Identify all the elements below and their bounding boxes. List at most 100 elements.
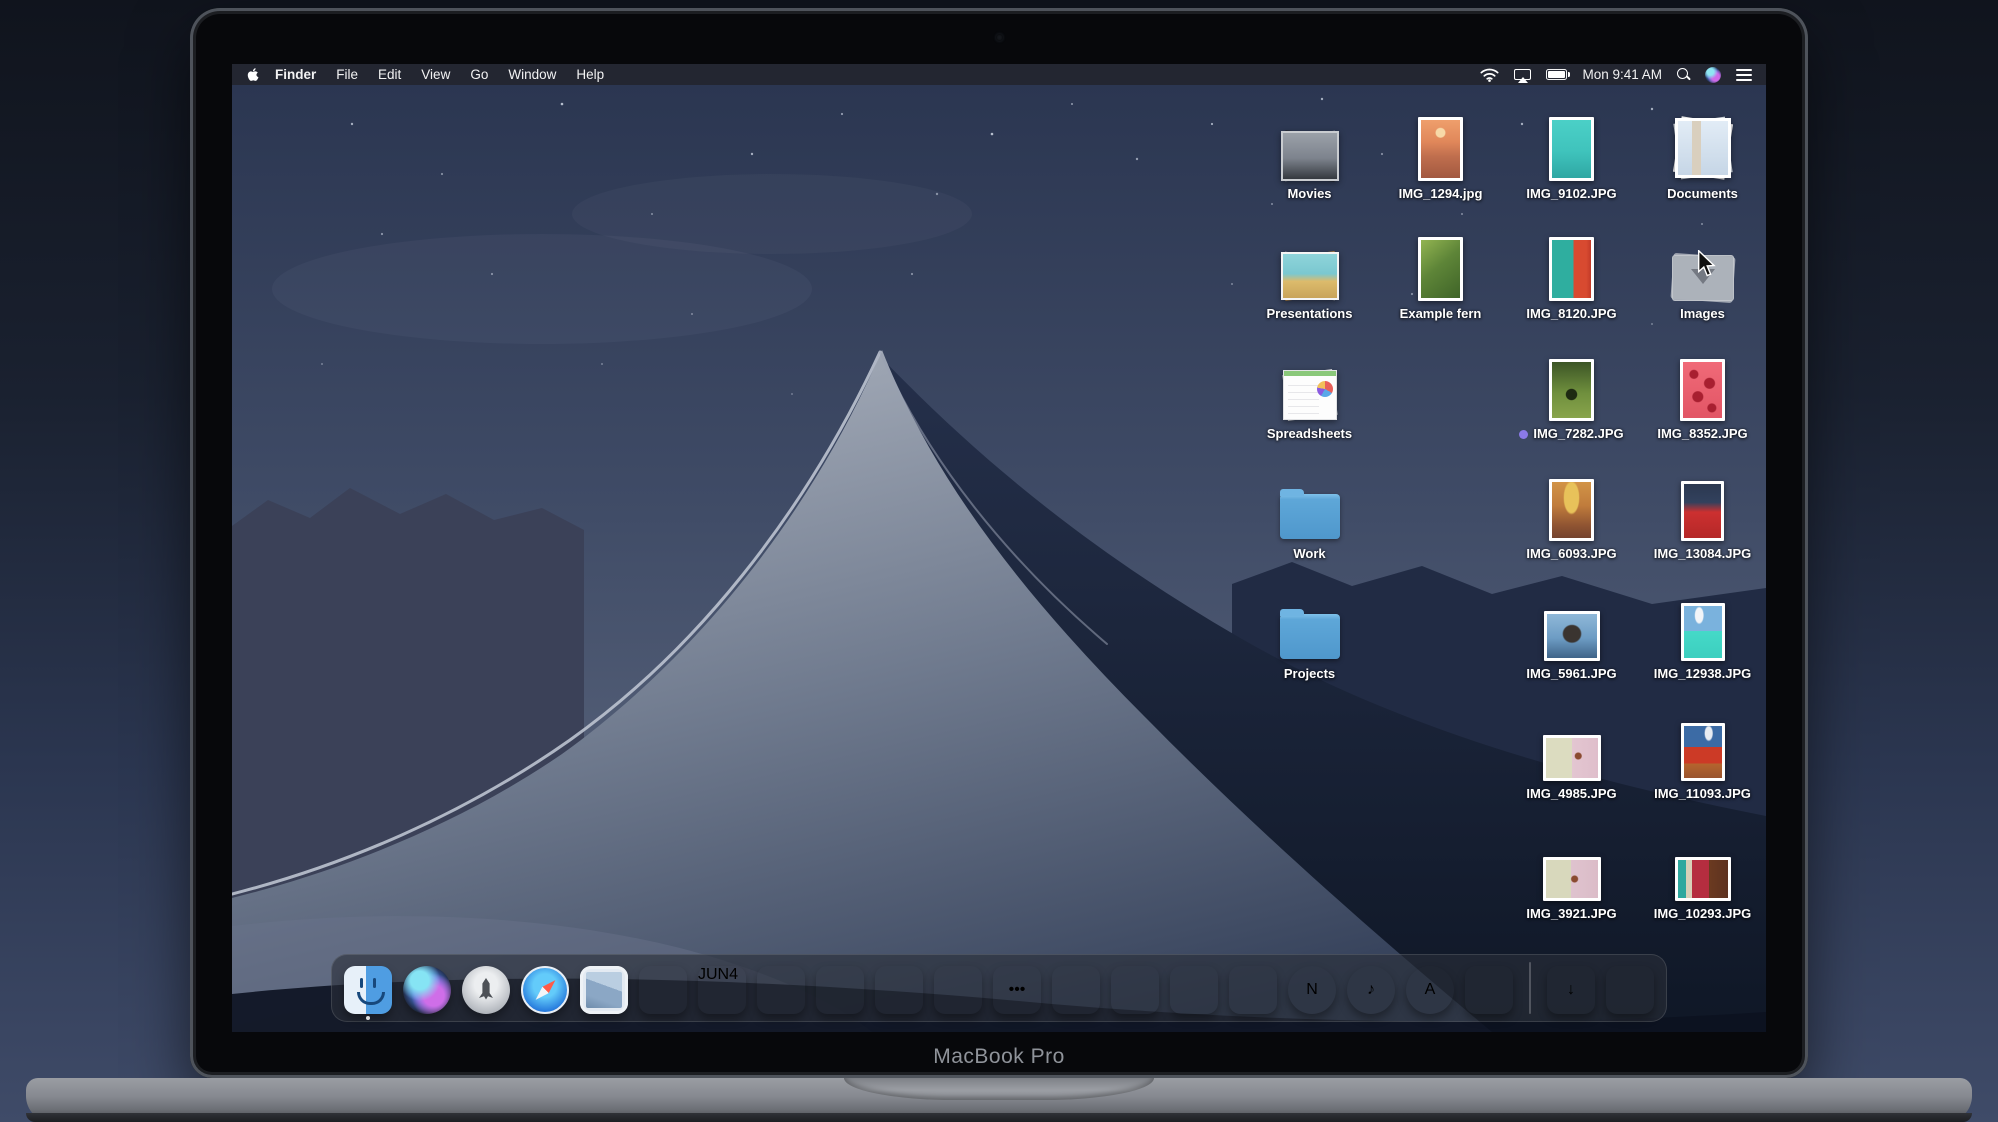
photo-thumbnail-icon: [1549, 237, 1594, 301]
mail-icon: [580, 966, 628, 1014]
icon-label: Work: [1293, 546, 1326, 561]
dock-item-facetime[interactable]: [1052, 966, 1100, 1014]
calendar-icon: JUN4: [698, 966, 746, 1014]
dock-item-launchpad[interactable]: [462, 966, 510, 1014]
desktop-icon-spreadsheets[interactable]: Spreadsheets: [1244, 337, 1375, 442]
photo-thumbnail-icon: [1542, 857, 1601, 901]
desktop-icon-img-11093[interactable]: IMG_11093.JPG: [1637, 697, 1766, 802]
photo-thumbnail-icon: [1549, 117, 1594, 181]
webcam-dot-icon: [996, 34, 1003, 41]
desktop-icon-work[interactable]: Work: [1244, 457, 1375, 562]
battery-icon[interactable]: [1546, 69, 1571, 80]
desktop-icon-img-10293[interactable]: IMG_10293.JPG: [1637, 817, 1766, 922]
dock-item-downloads[interactable]: ↓: [1547, 966, 1595, 1014]
desktop-icon-img-12938[interactable]: IMG_12938.JPG: [1637, 577, 1766, 682]
dock-item-reminders[interactable]: [816, 966, 864, 1014]
desktop-icons: Movies IMG_1294.jpg IMG_9102.JPG Documents P…: [232, 64, 1766, 1032]
trash-icon: [1606, 966, 1654, 1014]
blue-folder-icon: [1279, 489, 1340, 539]
desktop-icon-img-5961[interactable]: IMG_5961.JPG: [1506, 577, 1637, 682]
dock-item-finder[interactable]: [344, 966, 392, 1020]
menu-clock[interactable]: Mon 9:41 AM: [1582, 67, 1662, 82]
menu-item-file[interactable]: File: [326, 67, 368, 82]
desktop-icon-img-8120[interactable]: IMG_8120.JPG: [1506, 217, 1637, 322]
desktop-icon-img-9102[interactable]: IMG_9102.JPG: [1506, 97, 1637, 202]
dock-item-pages[interactable]: [1111, 966, 1159, 1014]
dock: JUN4 ••• N ♪ A ↓: [331, 954, 1667, 1022]
dock-item-photos[interactable]: [934, 966, 982, 1014]
notification-center-icon[interactable]: [1736, 68, 1752, 71]
desktop-icon-img-6093[interactable]: IMG_6093.JPG: [1506, 457, 1637, 562]
photo-thumbnail-icon: [1418, 117, 1463, 181]
dock-item-calendar[interactable]: JUN4: [698, 966, 746, 1014]
images-stack-icon: [1669, 252, 1736, 304]
desktop-icon-img-4985[interactable]: IMG_4985.JPG: [1506, 697, 1637, 802]
dock-item-safari[interactable]: [521, 966, 569, 1014]
desktop-icon-images[interactable]: Images: [1637, 217, 1766, 322]
desktop-icon-img-7282[interactable]: IMG_7282.JPG: [1506, 337, 1637, 442]
dock-item-siri[interactable]: [403, 966, 451, 1014]
desktop-icon-img-13084[interactable]: IMG_13084.JPG: [1637, 457, 1766, 562]
photo-thumbnail-icon: [1542, 735, 1601, 781]
running-indicator: [366, 1016, 370, 1020]
desktop-icon-documents[interactable]: Documents: [1637, 97, 1766, 202]
documents-stack-icon: [1672, 115, 1733, 181]
dock-item-messages[interactable]: •••: [993, 966, 1041, 1014]
dock-item-news[interactable]: N: [1288, 966, 1336, 1014]
menu-item-view[interactable]: View: [411, 67, 460, 82]
menu-item-window[interactable]: Window: [498, 67, 566, 82]
dock-item-maps[interactable]: [875, 966, 923, 1014]
photo-thumbnail-icon: [1674, 857, 1731, 901]
downloads-icon: ↓: [1547, 966, 1595, 1014]
menu-item-help[interactable]: Help: [566, 67, 614, 82]
scene: Finder File Edit View Go Window Help Mon 9:41 …: [0, 0, 1998, 1122]
apple-menu-icon[interactable]: [246, 67, 261, 82]
dock-item-trash[interactable]: [1606, 966, 1654, 1014]
photo-thumbnail-icon: [1418, 237, 1463, 301]
photo-thumbnail-icon: [1681, 481, 1724, 541]
icon-label: IMG_4985.JPG: [1526, 786, 1617, 801]
photo-thumbnail-icon: [1680, 359, 1725, 421]
photo-thumbnail-icon: [1680, 723, 1725, 781]
calendar-month: JUN: [698, 966, 730, 983]
spotlight-icon[interactable]: [1677, 68, 1690, 81]
dock-item-numbers[interactable]: [1170, 966, 1218, 1014]
menu-right: Mon 9:41 AM: [1480, 66, 1752, 83]
menu-item-edit[interactable]: Edit: [368, 67, 411, 82]
icon-label: IMG_12938.JPG: [1653, 666, 1752, 681]
macbook-label: MacBook Pro: [933, 1045, 1065, 1068]
desktop-icon-movies[interactable]: Movies: [1244, 97, 1375, 202]
desktop-icon-projects[interactable]: Projects: [1244, 577, 1375, 682]
reminders-icon: [816, 966, 864, 1014]
siri-menu-icon[interactable]: [1705, 66, 1721, 83]
pie-chart-icon: [1316, 381, 1333, 397]
icon-label: Example fern: [1399, 306, 1482, 321]
desktop-icon-presentations[interactable]: Presentations: [1244, 217, 1375, 322]
dock-item-mail[interactable]: [580, 966, 628, 1014]
menu-item-finder[interactable]: Finder: [265, 67, 326, 82]
finder-icon: [344, 966, 392, 1014]
desktop-icon-img-8352[interactable]: IMG_8352.JPG: [1637, 337, 1766, 442]
icon-label: IMG_6093.JPG: [1526, 546, 1617, 561]
desktop-icon-img-1294[interactable]: IMG_1294.jpg: [1375, 97, 1506, 202]
menu-left: Finder File Edit View Go Window Help: [246, 67, 614, 82]
macbook-frame: Finder File Edit View Go Window Help Mon 9:41 …: [190, 8, 1808, 1078]
dock-item-contacts[interactable]: [639, 966, 687, 1014]
photo-thumbnail-icon: [1549, 359, 1594, 421]
photo-thumbnail-icon: [1543, 611, 1600, 661]
dock-item-keynote[interactable]: [1229, 966, 1277, 1014]
icon-label: IMG_5961.JPG: [1526, 666, 1617, 681]
desktop-icon-example-fern[interactable]: Example fern: [1375, 217, 1506, 322]
dock-item-notes[interactable]: [757, 966, 805, 1014]
dock-item-itunes[interactable]: ♪: [1347, 966, 1395, 1014]
wifi-icon[interactable]: [1480, 68, 1500, 82]
desktop-icon-img-3921[interactable]: IMG_3921.JPG: [1506, 817, 1637, 922]
screen: Finder File Edit View Go Window Help Mon 9:41 …: [232, 64, 1766, 1032]
icon-label: Movies: [1287, 186, 1332, 201]
icon-label: Spreadsheets: [1266, 426, 1353, 441]
dock-item-app-store[interactable]: A: [1406, 966, 1454, 1014]
airplay-icon[interactable]: [1514, 69, 1532, 83]
dock-item-system-preferences[interactable]: [1465, 966, 1513, 1014]
menu-item-go[interactable]: Go: [460, 67, 498, 82]
movies-stack-icon: [1278, 130, 1342, 182]
